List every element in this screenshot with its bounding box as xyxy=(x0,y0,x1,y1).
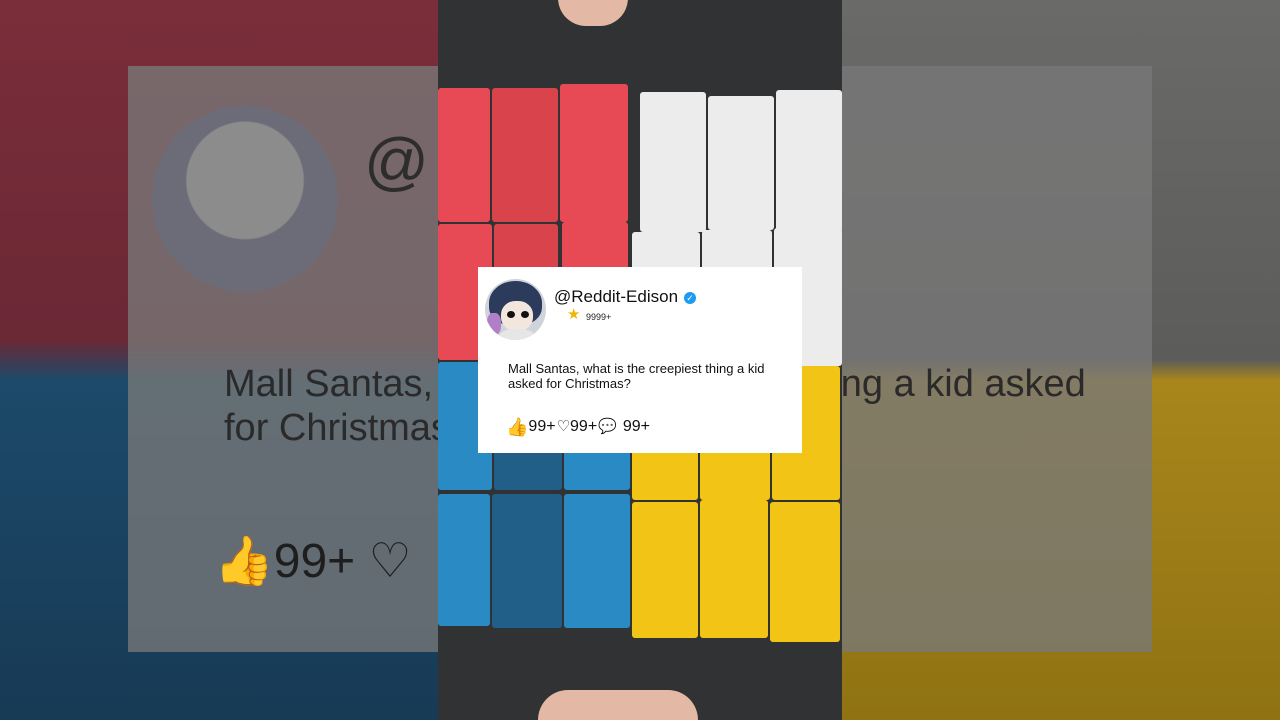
red-block xyxy=(492,88,558,222)
username-text[interactable]: @Reddit-Edison xyxy=(554,287,678,306)
blurred-like-count: 99+ xyxy=(273,535,356,588)
verified-icon: ✓ xyxy=(684,292,697,304)
white-block xyxy=(776,90,842,232)
follower-count: 9999+ xyxy=(586,312,612,322)
heart-icon[interactable]: ♡ xyxy=(557,418,570,436)
heart-count: 99+ xyxy=(570,418,598,435)
username[interactable]: @Reddit-Edison ✓ xyxy=(554,287,697,307)
blue-block xyxy=(438,494,490,626)
comment-count: 99+ xyxy=(622,418,650,435)
white-block xyxy=(640,92,706,232)
blue-block xyxy=(564,494,630,628)
post-text: Mall Santas, what is the creepiest thing… xyxy=(508,361,765,391)
blurred-thumbs-up-icon: 👍 xyxy=(214,535,274,588)
red-block xyxy=(438,88,490,222)
avatar-eye xyxy=(507,311,515,318)
thumbs-up-icon[interactable]: 👍 xyxy=(506,418,528,436)
blurred-heart-icon: ♡ xyxy=(368,535,412,588)
red-block xyxy=(560,84,628,222)
post-card[interactable]: @Reddit-Edison ✓ ★ 9999+ Mall Santas, wha… xyxy=(478,267,802,453)
yellow-block xyxy=(632,502,698,638)
avatar[interactable] xyxy=(485,279,546,340)
yellow-block xyxy=(770,502,840,642)
blurred-actions: 👍99+ ♡ xyxy=(214,532,412,589)
star-icon: ★ xyxy=(567,306,581,323)
avatar-hair-tip xyxy=(487,313,501,335)
white-block xyxy=(708,96,774,230)
hand-bottom xyxy=(538,690,698,720)
comment-icon[interactable]: 💬 xyxy=(598,418,617,436)
post-actions: 👍 99+ ♡ 99+ 💬 99+ xyxy=(506,417,651,437)
yellow-block xyxy=(700,500,768,638)
avatar-eye xyxy=(521,311,529,318)
avatar-body xyxy=(499,329,535,340)
like-count: 99+ xyxy=(528,418,556,435)
hand-top xyxy=(558,0,628,26)
blurred-at-symbol: @ xyxy=(364,125,429,197)
blurred-avatar xyxy=(152,106,338,292)
blue-block xyxy=(492,494,562,628)
